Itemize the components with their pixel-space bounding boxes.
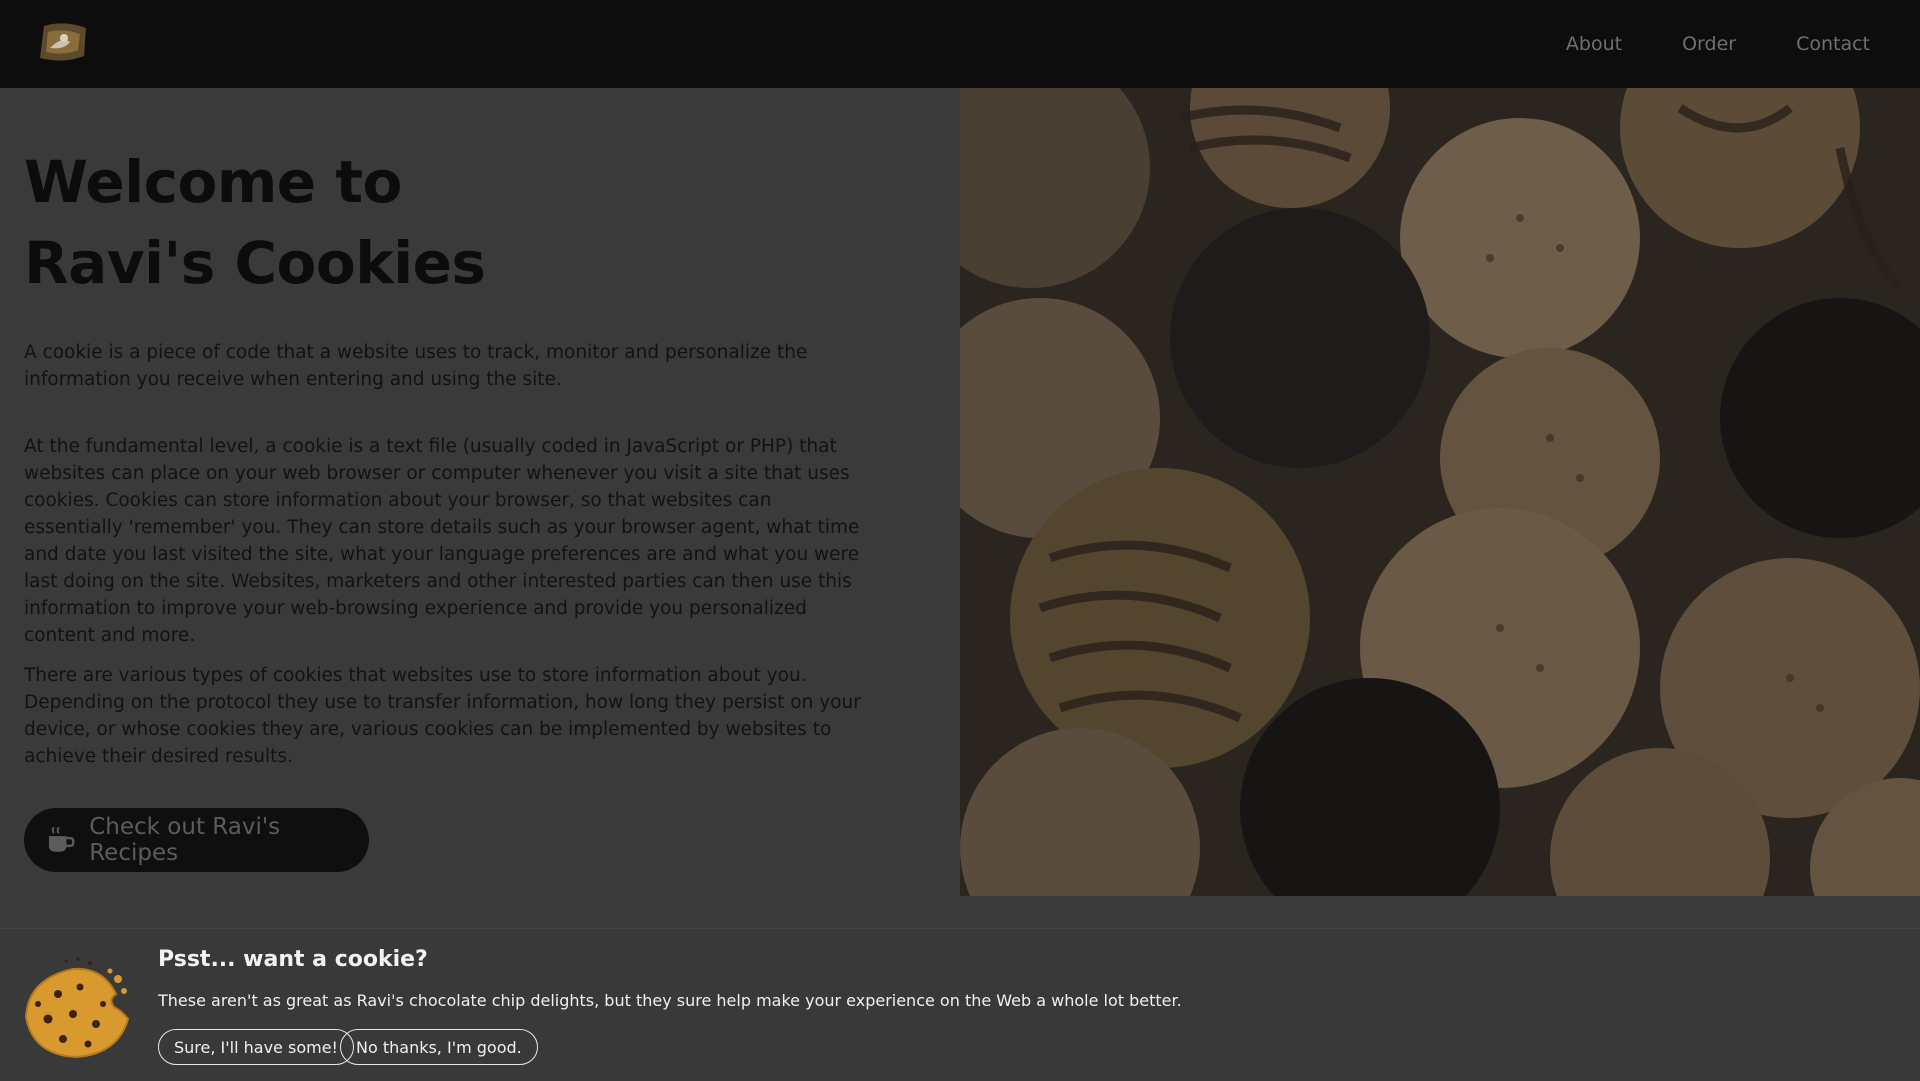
nav-link-about[interactable]: About xyxy=(1566,33,1622,55)
coffee-cup-icon xyxy=(48,826,75,852)
page-title: Welcome to Ravi's Cookies xyxy=(24,142,486,304)
intro-paragraph-1: A cookie is a piece of code that a websi… xyxy=(24,342,808,390)
intro-paragraph-2: At the fundamental level, a cookie is a … xyxy=(24,436,860,646)
cookie-icon xyxy=(24,957,130,1059)
intro-paragraph-3: There are various types of cookies that … xyxy=(24,665,861,767)
accept-cookies-button[interactable]: Sure, I'll have some! xyxy=(158,1029,354,1065)
recipes-button[interactable]: Check out Ravi's Recipes xyxy=(24,808,369,872)
banner-title: Psst... want a cookie? xyxy=(158,947,428,972)
nav-link-contact[interactable]: Contact xyxy=(1796,33,1870,55)
hero-cookies-image xyxy=(960,88,1920,896)
top-nav: About Order Contact xyxy=(0,0,1920,89)
nav-links: About Order Contact xyxy=(1566,0,1870,88)
banner-text: These aren't as great as Ravi's chocolat… xyxy=(158,991,1182,1010)
nav-link-order[interactable]: Order xyxy=(1682,33,1736,55)
page-title-line1: Welcome to xyxy=(24,148,402,216)
cookie-consent-banner: Psst... want a cookie? These aren't as g… xyxy=(0,928,1920,1081)
logo-icon[interactable] xyxy=(34,18,92,68)
recipes-button-label: Check out Ravi's Recipes xyxy=(89,814,281,866)
page-title-line2: Ravi's Cookies xyxy=(24,229,486,297)
decline-cookies-button[interactable]: No thanks, I'm good. xyxy=(340,1029,538,1065)
intro-section: Welcome to Ravi's Cookies A cookie is a … xyxy=(0,88,960,928)
